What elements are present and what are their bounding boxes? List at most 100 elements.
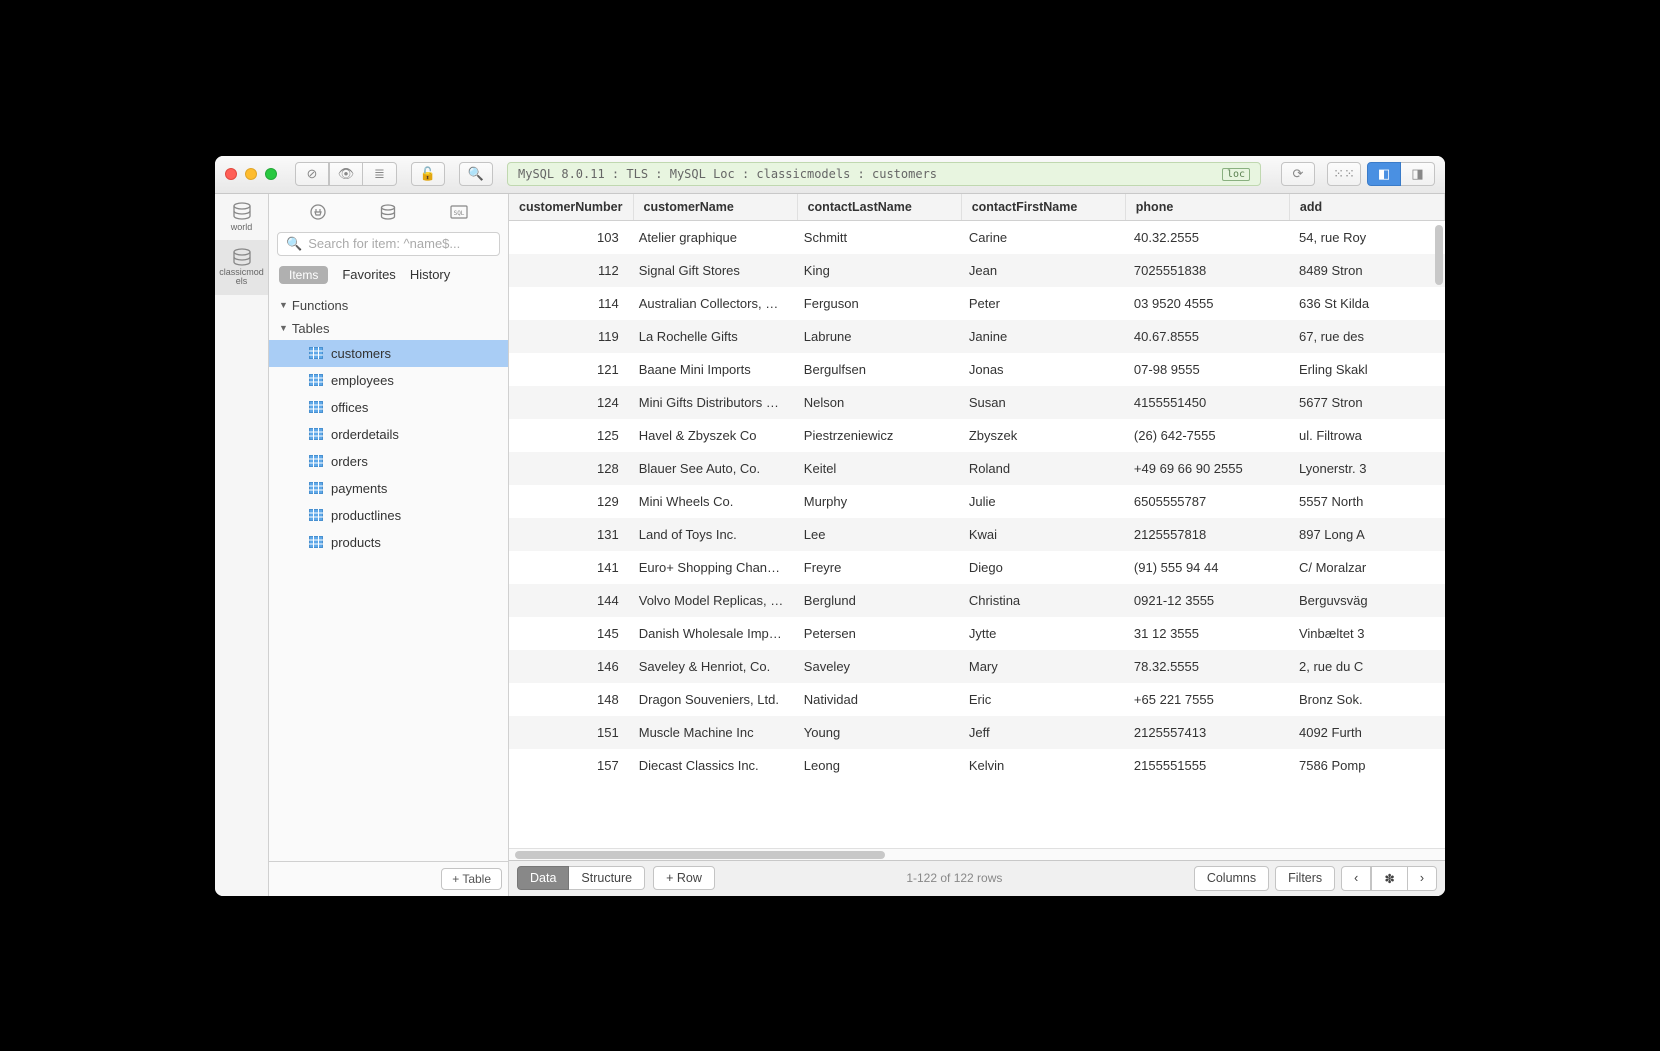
table-cell[interactable]: Land of Toys Inc. xyxy=(629,518,794,551)
horizontal-scrollbar-thumb[interactable] xyxy=(515,851,885,859)
table-cell[interactable]: 145 xyxy=(509,617,629,650)
table-cell[interactable]: 54, rue Roy xyxy=(1289,221,1445,254)
add-row-button[interactable]: + Row xyxy=(653,866,715,890)
table-cell[interactable]: Jean xyxy=(959,254,1124,287)
panel-layout-icon[interactable]: ◨ xyxy=(1401,162,1435,186)
eye-icon[interactable]: 👁 xyxy=(329,162,363,186)
table-cell[interactable]: 112 xyxy=(509,254,629,287)
table-cell[interactable]: 07-98 9555 xyxy=(1124,353,1289,386)
table-cell[interactable]: 5677 Stron xyxy=(1289,386,1445,419)
table-cell[interactable]: Vinbæltet 3 xyxy=(1289,617,1445,650)
table-cell[interactable]: Erling Skakl xyxy=(1289,353,1445,386)
table-cell[interactable]: 144 xyxy=(509,584,629,617)
table-cell[interactable]: 4155551450 xyxy=(1124,386,1289,419)
sidebar-search[interactable]: 🔍 Search for item: ^name$... xyxy=(277,232,500,256)
table-cell[interactable]: Carine xyxy=(959,221,1124,254)
table-cell[interactable]: 636 St Kilda xyxy=(1289,287,1445,320)
table-cell[interactable]: 5557 North xyxy=(1289,485,1445,518)
gear-icon[interactable]: ✽ xyxy=(1371,866,1407,891)
table-cell[interactable]: Julie xyxy=(959,485,1124,518)
table-cell[interactable]: 125 xyxy=(509,419,629,452)
table-cell[interactable]: 2125557413 xyxy=(1124,716,1289,749)
tree-item-products[interactable]: products xyxy=(269,529,508,556)
table-cell[interactable]: Freyre xyxy=(794,551,959,584)
table-row[interactable]: 157Diecast Classics Inc.LeongKelvin21555… xyxy=(509,749,1445,782)
tab-history[interactable]: History xyxy=(410,267,450,282)
tree-group-functions[interactable]: ▼ Functions xyxy=(269,294,508,317)
table-row[interactable]: 146Saveley & Henriot, Co.SaveleyMary78.3… xyxy=(509,650,1445,683)
table-cell[interactable]: Muscle Machine Inc xyxy=(629,716,794,749)
table-cell[interactable]: ul. Filtrowa xyxy=(1289,419,1445,452)
table-cell[interactable]: 146 xyxy=(509,650,629,683)
table-cell[interactable]: 6505555787 xyxy=(1124,485,1289,518)
sql-mode-icon[interactable]: SQL xyxy=(440,200,478,224)
table-row[interactable]: 144Volvo Model Replicas, CoBerglundChris… xyxy=(509,584,1445,617)
table-cell[interactable]: 124 xyxy=(509,386,629,419)
table-cell[interactable]: Zbyszek xyxy=(959,419,1124,452)
database-mode-icon[interactable] xyxy=(369,200,407,224)
table-cell[interactable]: Nelson xyxy=(794,386,959,419)
rail-item-classicmodels[interactable]: classicmodels xyxy=(215,240,268,296)
lock-icon[interactable]: 🔓 xyxy=(411,162,445,186)
table-cell[interactable]: Keitel xyxy=(794,452,959,485)
table-cell[interactable]: Jeff xyxy=(959,716,1124,749)
column-header-customerNumber[interactable]: customerNumber xyxy=(509,194,634,220)
table-row[interactable]: 141Euro+ Shopping ChannelFreyreDiego(91)… xyxy=(509,551,1445,584)
filters-button[interactable]: Filters xyxy=(1275,866,1335,891)
table-cell[interactable]: 4092 Furth xyxy=(1289,716,1445,749)
table-cell[interactable]: Schmitt xyxy=(794,221,959,254)
table-cell[interactable]: +65 221 7555 xyxy=(1124,683,1289,716)
table-cell[interactable]: 131 xyxy=(509,518,629,551)
table-cell[interactable]: Lee xyxy=(794,518,959,551)
plug-icon[interactable] xyxy=(299,200,337,224)
column-header-phone[interactable]: phone xyxy=(1126,194,1290,220)
table-cell[interactable]: Lyonerstr. 3 xyxy=(1289,452,1445,485)
table-cell[interactable]: 897 Long A xyxy=(1289,518,1445,551)
table-cell[interactable]: 31 12 3555 xyxy=(1124,617,1289,650)
table-cell[interactable]: Leong xyxy=(794,749,959,782)
table-row[interactable]: 128Blauer See Auto, Co.KeitelRoland+49 6… xyxy=(509,452,1445,485)
tree-item-employees[interactable]: employees xyxy=(269,367,508,394)
table-cell[interactable]: +49 69 66 90 2555 xyxy=(1124,452,1289,485)
table-cell[interactable]: Atelier graphique xyxy=(629,221,794,254)
table-cell[interactable]: Susan xyxy=(959,386,1124,419)
column-header-contactFirstName[interactable]: contactFirstName xyxy=(962,194,1126,220)
table-cell[interactable]: Labrune xyxy=(794,320,959,353)
table-cell[interactable]: Baane Mini Imports xyxy=(629,353,794,386)
table-cell[interactable]: Bronz Sok. xyxy=(1289,683,1445,716)
table-cell[interactable]: Peter xyxy=(959,287,1124,320)
table-cell[interactable]: Berguvsväg xyxy=(1289,584,1445,617)
table-cell[interactable]: Mini Wheels Co. xyxy=(629,485,794,518)
table-cell[interactable]: 40.67.8555 xyxy=(1124,320,1289,353)
tree-item-payments[interactable]: payments xyxy=(269,475,508,502)
table-cell[interactable]: Euro+ Shopping Channel xyxy=(629,551,794,584)
structure-tab-button[interactable]: Structure xyxy=(569,866,645,890)
reload-icon[interactable]: ⟳ xyxy=(1281,162,1315,186)
horizontal-scrollbar-track[interactable] xyxy=(509,848,1445,860)
table-row[interactable]: 119La Rochelle GiftsLabruneJanine40.67.8… xyxy=(509,320,1445,353)
table-cell[interactable]: 141 xyxy=(509,551,629,584)
table-cell[interactable]: Murphy xyxy=(794,485,959,518)
table-cell[interactable]: Mini Gifts Distributors Ltd. xyxy=(629,386,794,419)
table-row[interactable]: 114Australian Collectors, Co.FergusonPet… xyxy=(509,287,1445,320)
table-cell[interactable]: Blauer See Auto, Co. xyxy=(629,452,794,485)
table-cell[interactable]: 151 xyxy=(509,716,629,749)
table-cell[interactable]: 128 xyxy=(509,452,629,485)
prev-page-button[interactable]: ‹ xyxy=(1341,866,1371,891)
table-cell[interactable]: 7025551838 xyxy=(1124,254,1289,287)
table-cell[interactable]: 121 xyxy=(509,353,629,386)
table-row[interactable]: 103Atelier graphiqueSchmittCarine40.32.2… xyxy=(509,221,1445,254)
table-cell[interactable]: 40.32.2555 xyxy=(1124,221,1289,254)
table-cell[interactable]: Kelvin xyxy=(959,749,1124,782)
table-cell[interactable]: Natividad xyxy=(794,683,959,716)
table-cell[interactable]: Janine xyxy=(959,320,1124,353)
table-cell[interactable]: 7586 Pomp xyxy=(1289,749,1445,782)
table-cell[interactable]: King xyxy=(794,254,959,287)
table-cell[interactable]: 119 xyxy=(509,320,629,353)
table-row[interactable]: 151Muscle Machine IncYoungJeff2125557413… xyxy=(509,716,1445,749)
table-cell[interactable]: Young xyxy=(794,716,959,749)
table-cell[interactable]: Diecast Classics Inc. xyxy=(629,749,794,782)
table-cell[interactable]: 67, rue des xyxy=(1289,320,1445,353)
table-cell[interactable]: Jytte xyxy=(959,617,1124,650)
table-cell[interactable]: 78.32.5555 xyxy=(1124,650,1289,683)
